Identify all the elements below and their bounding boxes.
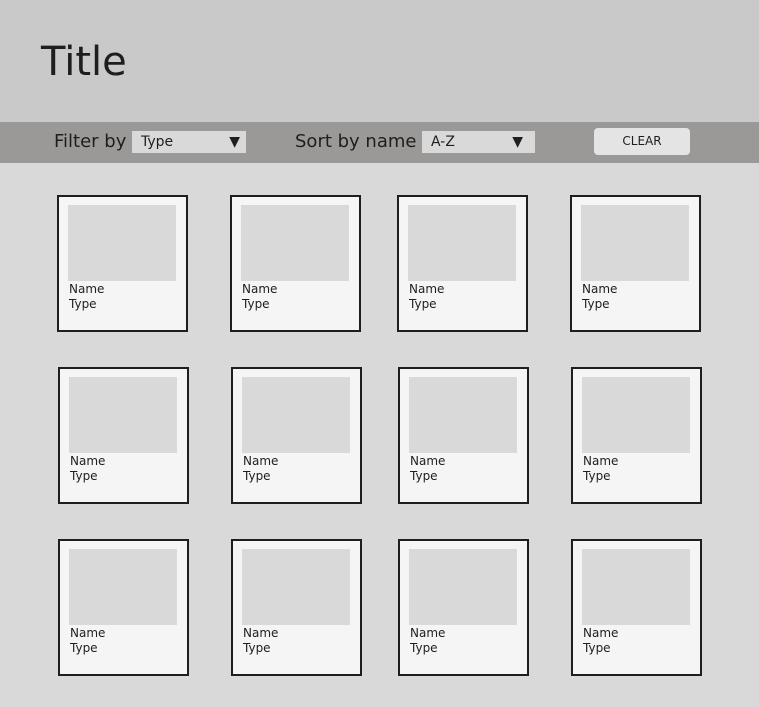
image-placeholder [242, 549, 350, 625]
image-placeholder [69, 377, 177, 453]
image-placeholder [241, 205, 349, 281]
item-card[interactable]: Name Type [397, 195, 528, 332]
item-card[interactable]: Name Type [230, 195, 361, 332]
image-placeholder [408, 205, 516, 281]
card-type: Type [582, 297, 610, 311]
card-type: Type [243, 469, 271, 483]
card-name: Name [70, 454, 106, 468]
sort-value: A-Z [431, 134, 455, 150]
image-placeholder [242, 377, 350, 453]
card-name: Name [583, 626, 619, 640]
item-card[interactable]: Name Type [571, 367, 702, 504]
image-placeholder [409, 549, 517, 625]
item-card[interactable]: Name Type [231, 367, 362, 504]
image-placeholder [582, 549, 690, 625]
card-name: Name [69, 282, 105, 296]
item-card[interactable]: Name Type [58, 367, 189, 504]
card-name: Name [410, 454, 446, 468]
item-card[interactable]: Name Type [398, 367, 529, 504]
item-card[interactable]: Name Type [231, 539, 362, 676]
filter-value: Type [141, 134, 174, 150]
card-type: Type [70, 641, 98, 655]
card-name: Name [243, 454, 279, 468]
image-placeholder [581, 205, 689, 281]
card-type: Type [583, 469, 611, 483]
card-name: Name [70, 626, 106, 640]
card-type: Type [70, 469, 98, 483]
item-card[interactable]: Name Type [57, 195, 188, 332]
filter-toolbar: Filter by Type ▼ Sort by name A-Z ▼ CLEA… [0, 122, 759, 163]
card-name: Name [243, 626, 279, 640]
sort-label: Sort by name [295, 131, 417, 152]
chevron-down-icon: ▼ [512, 134, 523, 150]
image-placeholder [68, 205, 176, 281]
card-type: Type [69, 297, 97, 311]
image-placeholder [409, 377, 517, 453]
page-title: Title [41, 39, 127, 85]
card-name: Name [409, 282, 445, 296]
image-placeholder [582, 377, 690, 453]
card-type: Type [410, 641, 438, 655]
item-card[interactable]: Name Type [58, 539, 189, 676]
item-card[interactable]: Name Type [570, 195, 701, 332]
filter-label: Filter by [54, 131, 127, 152]
card-type: Type [583, 641, 611, 655]
card-type: Type [410, 469, 438, 483]
card-name: Name [583, 454, 619, 468]
sort-dropdown[interactable]: A-Z ▼ [422, 131, 535, 153]
filter-dropdown[interactable]: Type ▼ [132, 131, 246, 153]
card-type: Type [242, 297, 270, 311]
clear-button[interactable]: CLEAR [594, 128, 690, 155]
image-placeholder [69, 549, 177, 625]
item-card[interactable]: Name Type [398, 539, 529, 676]
card-type: Type [243, 641, 271, 655]
card-name: Name [410, 626, 446, 640]
chevron-down-icon: ▼ [229, 134, 240, 150]
card-name: Name [582, 282, 618, 296]
item-card[interactable]: Name Type [571, 539, 702, 676]
card-type: Type [409, 297, 437, 311]
header: Title [0, 0, 759, 122]
card-name: Name [242, 282, 278, 296]
